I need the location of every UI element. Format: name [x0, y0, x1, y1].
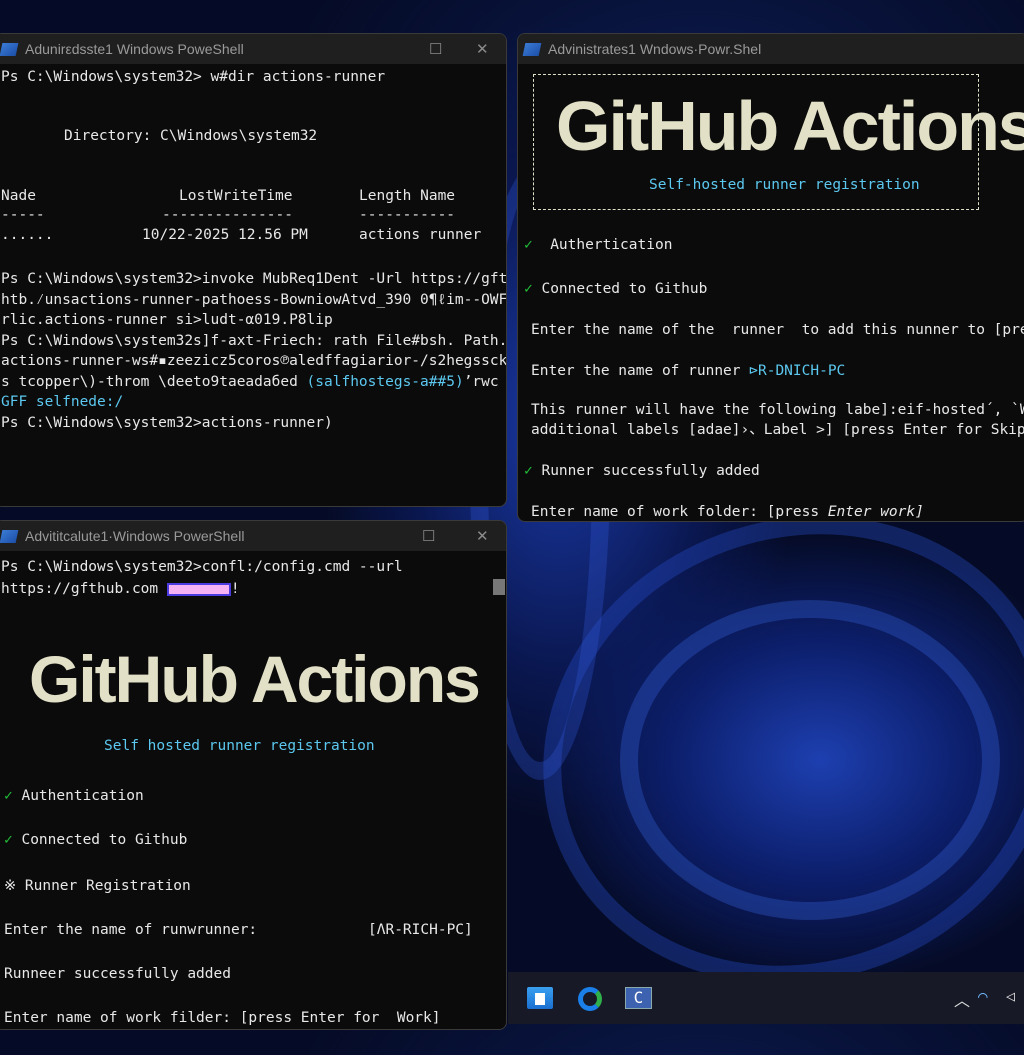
volume-icon[interactable]: ◁ [1006, 987, 1015, 1005]
prompt-runner-group: Enter the name of the runner to add this… [531, 322, 1024, 338]
powershell-window-dir[interactable]: Adunirεdsste1 Windows PoweShell ☐ ✕ Ps C:… [0, 33, 507, 507]
window-title: Advititcalute1·Windows PowerShell [25, 528, 245, 544]
work-folder-default: Enter work] [827, 504, 924, 520]
prompt-runner-name: Enter the name of runner [531, 363, 750, 379]
powershell-icon [522, 42, 542, 56]
col-mode: Nade [1, 188, 36, 204]
terminal-output[interactable]: Ps C:\Windows\system32> w#dir actions-ru… [1, 34, 507, 506]
status-runner-added: Runneer successfully added [4, 966, 231, 982]
additional-labels-prompt: additional labels [adae]›、Label >] [pres… [531, 422, 1024, 438]
wifi-icon[interactable]: ◠ [978, 987, 988, 1006]
cmd-line: rlic.actions-runner si>ludt-α019.P8lip [1, 312, 333, 328]
runner-name-value: ⊳R-DNICH-PC [749, 363, 846, 379]
prompt-line: Ps C:\Windows\system32> w#dir actions-ru… [1, 69, 386, 85]
status-auth: Authertication [550, 237, 673, 253]
cmd-highlight: (salfhostegs-a##5) [306, 374, 464, 390]
maximize-button[interactable]: ☐ [422, 527, 435, 545]
status-connected: Connected to Github [541, 281, 708, 297]
prompt-runner-name: Enter the name of runwrunner: [4, 922, 258, 938]
cmd-line: GFF selfnede:/ [1, 394, 124, 410]
status-connected: Connected to Github [21, 832, 188, 848]
chevron-up-icon[interactable]: ︿ [954, 987, 970, 1011]
config-url: https://gfthub.com [1, 581, 167, 597]
scrollbar-thumb[interactable] [493, 579, 505, 595]
cmd-line: Ps C:\Windows\system32>invoke MubReq1Den… [1, 271, 507, 287]
check-icon: ✓ [4, 788, 13, 804]
divider: --------------- [162, 207, 293, 223]
runner-name-value: [ΛR-RICH-PC] [368, 922, 473, 938]
status-runner-added: Runner successfully added [541, 463, 760, 479]
powershell-window-registration[interactable]: Advinistrates1 Wndows·Powr.Shel GitHub A… [517, 33, 1024, 522]
cmd-line: s tcopper\)-throm \deeto9taeadaбed [1, 374, 307, 390]
edge-browser-icon[interactable] [578, 987, 602, 1011]
cmd-line: Ps C:\Windows\system32s]f-axt-Friech: ra… [1, 333, 507, 349]
terminal-taskbar-icon[interactable]: C [625, 987, 652, 1009]
row-name: actions runner [359, 227, 482, 243]
work-folder-prompt: Enter name of work filder: [press Enter … [4, 1010, 441, 1026]
url-suffix: ! [230, 581, 240, 597]
window-title: Advinistrates1 Wndows·Powr.Shel [548, 41, 762, 57]
check-icon: ✓ [524, 237, 533, 253]
close-button[interactable]: ✕ [476, 527, 489, 545]
cmd-line: actions-runner-ws#▪zeezicz5coros℗aledffa… [1, 353, 507, 369]
check-icon: ✓ [4, 832, 13, 848]
spinner-icon: ※ [4, 878, 17, 894]
wallpaper-swirl [620, 600, 1000, 920]
check-icon: ✓ [524, 463, 533, 479]
file-explorer-icon[interactable] [527, 987, 553, 1009]
powershell-window-config[interactable]: Advititcalute1·Windows PowerShell ☐ ✕ Ps … [0, 520, 507, 1030]
cmd-line: ’rwc [463, 374, 499, 390]
divider: ----------- [359, 207, 456, 223]
banner-subtitle: Self-hosted runner registration [649, 177, 920, 193]
github-actions-ascii-logo: GitHub Actions [29, 642, 481, 716]
col-lastwritetime: LostWriteTime [179, 188, 293, 204]
status-auth: Authentication [21, 788, 144, 804]
directory-line: Directory: C\Windows\system32 [64, 128, 318, 144]
status-registration: Runner Registration [24, 878, 191, 894]
config-command: Ps C:\Windows\system32>confl:/config.cmd… [1, 559, 403, 575]
divider: ----- [1, 207, 45, 223]
check-icon: ✓ [524, 281, 533, 297]
github-actions-ascii-logo: GitHub Actions [556, 87, 1024, 165]
row-time: 10/22-2025 12.56 PM [142, 227, 308, 243]
labels-line: This runner will have the following labe… [531, 402, 1024, 418]
redacted-repo [166, 582, 231, 596]
powershell-icon [0, 529, 19, 543]
prompt-line: Ps C:\Windows\system32>actions-runner) [1, 415, 333, 431]
col-length-name: Length Name [359, 188, 456, 204]
title-bar[interactable]: Advinistrates1 Wndows·Powr.Shel [518, 34, 1024, 64]
cmd-line: htb.⁄unsactions-runner-pathoess-BowniowA… [1, 292, 507, 308]
banner-subtitle: Self hosted runner registration [104, 738, 375, 754]
taskbar: C ︿ ◠ ◁ [508, 972, 1024, 1024]
work-folder-prompt: Enter name of work folder: [press [531, 504, 828, 520]
row-mode: ...... [1, 227, 54, 243]
title-bar[interactable]: Advititcalute1·Windows PowerShell ☐ ✕ [0, 521, 506, 551]
